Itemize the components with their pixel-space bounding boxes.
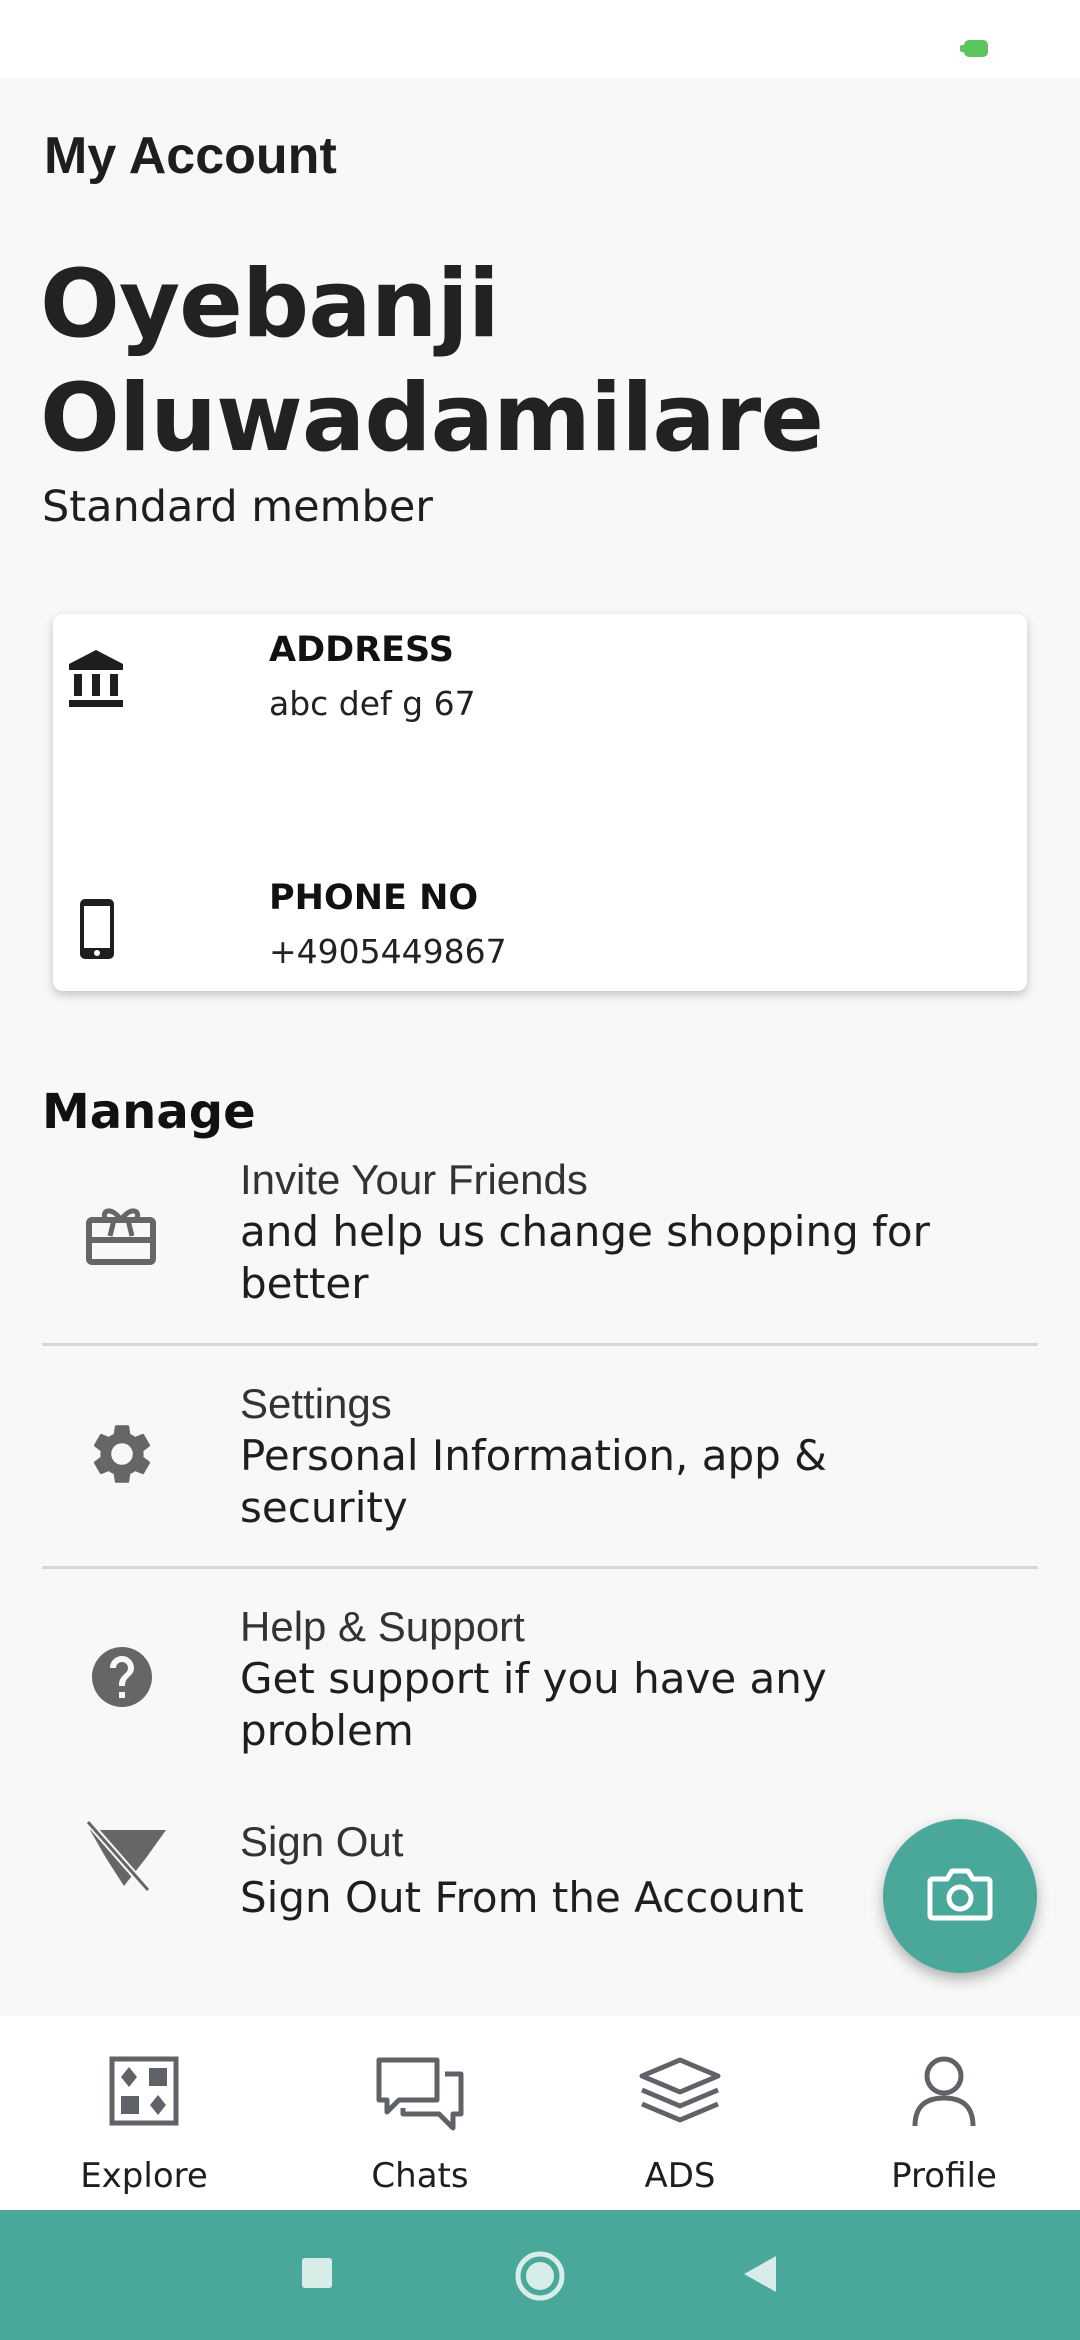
bottom-navigation: Explore Chats ADS Profile: [0, 2016, 1080, 2210]
status-bar: [0, 0, 1080, 78]
battery-icon: [960, 40, 988, 57]
help-support-item[interactable]: Help & Support Get support if you have a…: [0, 1603, 1080, 1825]
address-value: abc def g 67: [269, 684, 476, 723]
back-button[interactable]: [742, 2254, 778, 2298]
camera-icon: [927, 1867, 993, 1925]
manage-item-description: and help us change shopping for better: [240, 1207, 930, 1308]
manage-item-description: Sign Out From the Account: [240, 1873, 804, 1922]
manage-item-title: Sign Out: [240, 1818, 404, 1865]
chat-icon: [375, 2056, 465, 2138]
layers-icon: [638, 2056, 722, 2130]
nav-ads[interactable]: ADS: [580, 2016, 780, 2210]
gear-icon: [86, 1418, 158, 1494]
divider: [42, 1566, 1038, 1569]
nav-label: Explore: [80, 2156, 208, 2196]
nav-explore[interactable]: Explore: [44, 2016, 244, 2210]
nav-label: ADS: [644, 2156, 716, 2196]
manage-item-description: Personal Information, app & security: [240, 1431, 827, 1532]
sign-out-icon: [84, 1820, 168, 1896]
home-button[interactable]: [514, 2250, 566, 2306]
camera-fab-button[interactable]: [883, 1819, 1037, 1973]
nav-chats[interactable]: Chats: [320, 2016, 520, 2210]
grid-icon: [109, 2056, 179, 2130]
manage-item-description: Get support if you have any problem: [240, 1654, 827, 1755]
nav-profile[interactable]: Profile: [844, 2016, 1044, 2210]
smartphone-icon: [79, 898, 115, 964]
user-icon: [911, 2056, 977, 2132]
system-navigation-bar: [0, 2210, 1080, 2340]
recents-button[interactable]: [300, 2256, 334, 2294]
phone-value: +4905449867: [269, 932, 507, 971]
divider: [42, 1343, 1038, 1346]
manage-item-title: Settings: [240, 1380, 392, 1427]
contact-info-card: ADDRESS abc def g 67 PHONE NO +490544986…: [53, 614, 1027, 991]
manage-item-title: Help & Support: [240, 1603, 525, 1650]
manage-section-title: Manage: [42, 1084, 256, 1140]
membership-status: Standard member: [42, 482, 433, 532]
manage-item-title: Invite Your Friends: [240, 1156, 588, 1203]
address-label: ADDRESS: [269, 630, 454, 670]
nav-label: Profile: [891, 2156, 997, 2196]
phone-label: PHONE NO: [269, 878, 479, 918]
user-name: Oyebanji Oluwadamilare: [40, 250, 824, 473]
page-title: My Account: [44, 127, 337, 185]
help-circle-icon: [86, 1641, 158, 1717]
gift-icon: [86, 1200, 156, 1270]
nav-label: Chats: [371, 2156, 469, 2196]
bank-icon: [67, 648, 125, 714]
